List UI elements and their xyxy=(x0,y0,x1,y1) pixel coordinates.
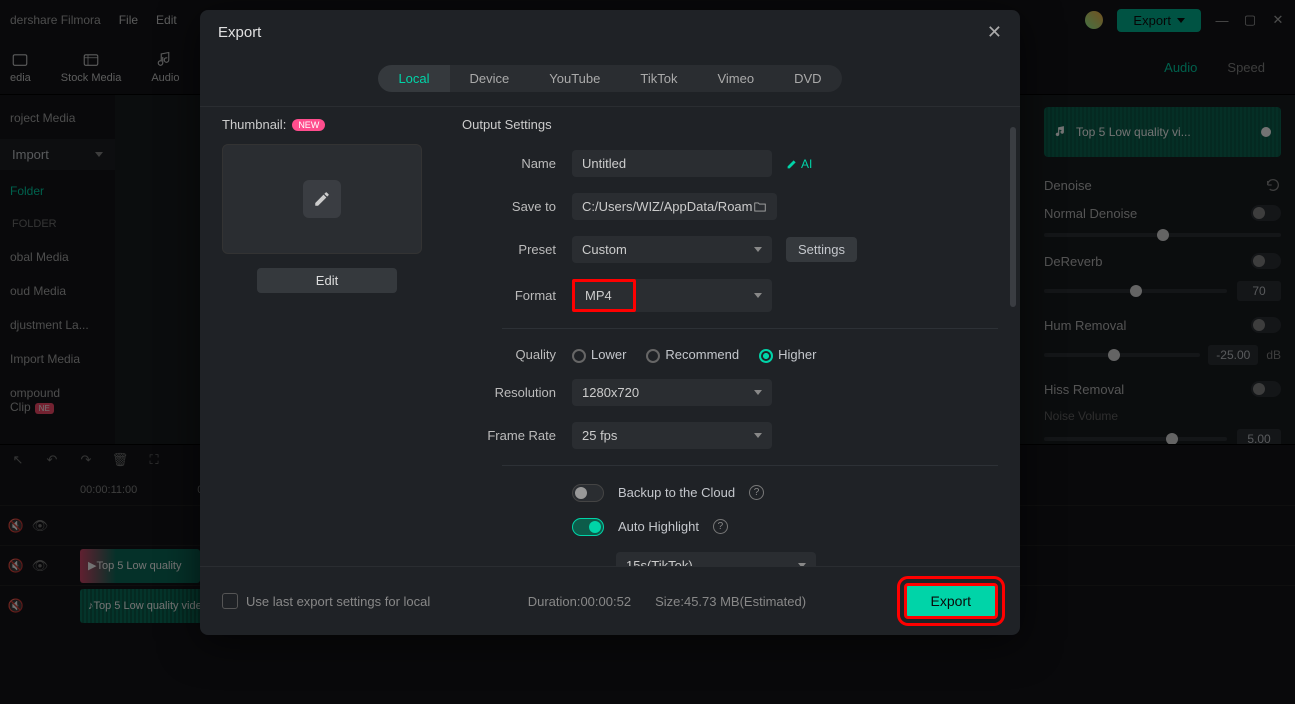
auto-highlight-label: Auto Highlight xyxy=(618,519,699,534)
framerate-label: Frame Rate xyxy=(462,428,572,443)
tab-vimeo[interactable]: Vimeo xyxy=(697,65,774,92)
backup-cloud-toggle[interactable] xyxy=(572,484,604,502)
export-button[interactable]: Export xyxy=(904,583,998,619)
thumbnail-label: Thumbnail: NEW xyxy=(222,117,432,132)
quality-lower-radio[interactable]: Lower xyxy=(572,347,626,363)
preset-dropdown[interactable]: Custom xyxy=(572,236,772,263)
quality-higher-radio[interactable]: Higher xyxy=(759,347,816,363)
folder-icon[interactable] xyxy=(753,200,767,214)
edit-thumbnail-icon xyxy=(303,180,341,218)
tab-local[interactable]: Local xyxy=(378,65,449,92)
name-label: Name xyxy=(462,156,572,171)
pencil-icon xyxy=(786,157,799,170)
preset-label: Preset xyxy=(462,242,572,257)
edit-thumbnail-button[interactable]: Edit xyxy=(257,268,397,293)
resolution-label: Resolution xyxy=(462,385,572,400)
resolution-dropdown[interactable]: 1280x720 xyxy=(572,379,772,406)
output-settings-header: Output Settings xyxy=(462,117,998,132)
name-input[interactable]: Untitled xyxy=(572,150,772,177)
highlight-preset-dropdown[interactable]: 15s(TikTok) xyxy=(616,552,816,567)
backup-help-icon[interactable]: ? xyxy=(749,485,764,500)
ai-name-button[interactable]: AI xyxy=(786,157,812,171)
duration-text: Duration:00:00:52 xyxy=(528,594,631,609)
format-dropdown[interactable]: MP4 xyxy=(572,279,772,312)
new-badge: NEW xyxy=(292,119,325,131)
highlight-help-icon[interactable]: ? xyxy=(713,519,728,534)
saveto-input[interactable]: C:/Users/WIZ/AppData/Roam xyxy=(572,193,777,220)
use-last-settings-checkbox[interactable]: Use last export settings for local xyxy=(222,593,430,609)
auto-highlight-toggle[interactable] xyxy=(572,518,604,536)
thumbnail-preview[interactable] xyxy=(222,144,422,254)
tab-dvd[interactable]: DVD xyxy=(774,65,841,92)
preset-settings-button[interactable]: Settings xyxy=(786,237,857,262)
saveto-label: Save to xyxy=(462,199,572,214)
backup-cloud-label: Backup to the Cloud xyxy=(618,485,735,500)
quality-recommend-radio[interactable]: Recommend xyxy=(646,347,739,363)
tab-tiktok[interactable]: TikTok xyxy=(620,65,697,92)
quality-label: Quality xyxy=(462,347,572,362)
tab-youtube[interactable]: YouTube xyxy=(529,65,620,92)
close-modal-icon[interactable]: ✕ xyxy=(987,22,1002,43)
modal-title: Export xyxy=(218,24,261,41)
export-modal: Export ✕ Local Device YouTube TikTok Vim… xyxy=(200,10,1020,635)
format-label: Format xyxy=(462,288,572,303)
framerate-dropdown[interactable]: 25 fps xyxy=(572,422,772,449)
export-tabs: Local Device YouTube TikTok Vimeo DVD xyxy=(200,55,1020,106)
tab-device[interactable]: Device xyxy=(450,65,530,92)
size-text: Size:45.73 MB(Estimated) xyxy=(655,594,806,609)
